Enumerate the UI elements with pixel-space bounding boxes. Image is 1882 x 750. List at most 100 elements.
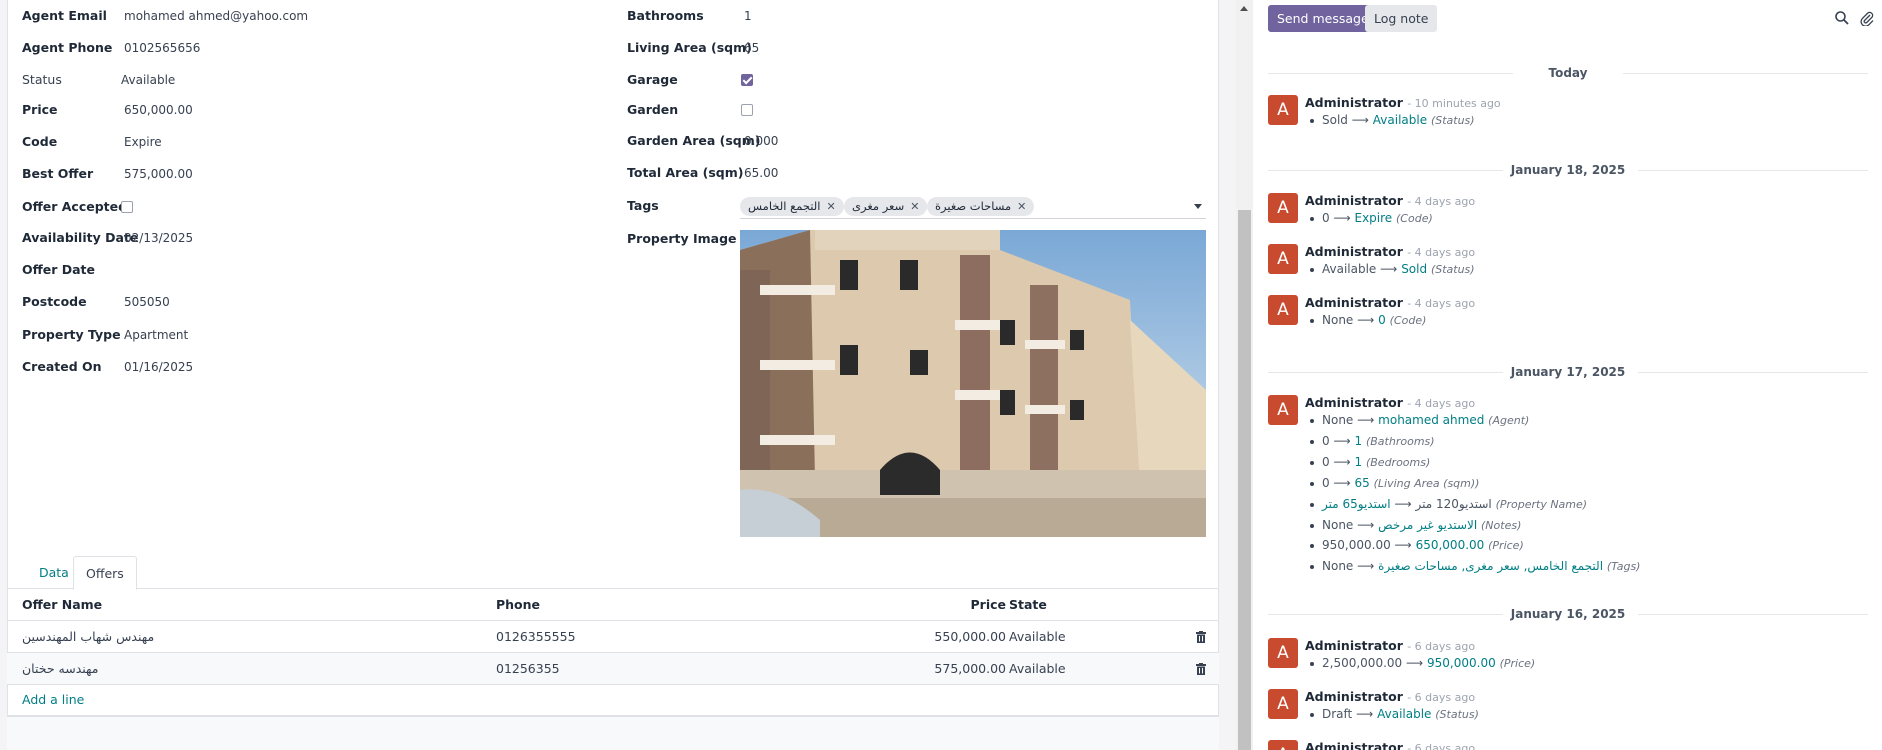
send-message-button[interactable]: Send message (1268, 5, 1378, 32)
field-label: Garage (627, 72, 678, 87)
garden-area-value[interactable]: 0.000 (744, 131, 778, 151)
remove-tag-icon[interactable]: ✕ (910, 200, 919, 213)
bullet-icon (1310, 418, 1314, 423)
property-type-value[interactable]: Apartment (124, 325, 188, 345)
remove-tag-icon[interactable]: ✕ (826, 200, 835, 213)
old-value: None (1322, 413, 1354, 427)
price-cell[interactable]: 550,000.00 (934, 621, 1006, 653)
arrow-right-icon: ⟶ (1333, 455, 1351, 469)
author-name[interactable]: Administrator (1305, 193, 1403, 208)
field-label: Offer Accepted (22, 199, 128, 214)
table-row[interactable]: مهندس شهاب المهندسين 0126355555 550,000.… (7, 621, 1219, 653)
table-row[interactable]: مهندسه حختان 01256355 575,000.00 Availab… (7, 653, 1219, 685)
avatar[interactable]: A (1268, 689, 1298, 719)
author-name[interactable]: Administrator (1305, 395, 1403, 410)
bullet-icon (1310, 502, 1314, 507)
arrow-right-icon: ⟶ (1356, 707, 1374, 721)
col-phone[interactable]: Phone (496, 589, 540, 621)
offer-accepted-checkbox[interactable] (121, 201, 133, 213)
col-offer-name[interactable]: Offer Name (22, 589, 102, 621)
avatar[interactable]: A (1268, 95, 1298, 125)
avatar[interactable]: A (1268, 740, 1298, 750)
message-author: Administrator - 6 days ago (1305, 638, 1475, 655)
author-name[interactable]: Administrator (1305, 689, 1403, 704)
col-price[interactable]: Price (971, 589, 1007, 621)
avatar[interactable]: A (1268, 244, 1298, 274)
avatar[interactable]: A (1268, 638, 1298, 668)
tag-label: التجمع الخامس (748, 199, 821, 213)
old-value: None (1322, 518, 1354, 532)
field-name: (Code) (1396, 212, 1433, 225)
field-label: Garden (627, 102, 679, 117)
scroll-thumb[interactable] (1238, 210, 1251, 750)
offer-date-value[interactable] (124, 260, 244, 278)
arrow-right-icon: ⟶ (1394, 538, 1412, 552)
price-cell[interactable]: 575,000.00 (934, 653, 1006, 685)
agent-email-value[interactable]: mohamed ahmed@yahoo.com (124, 6, 308, 26)
garden-checkbox[interactable] (741, 104, 753, 116)
add-line-link[interactable]: Add a line (22, 692, 84, 707)
message-time: - 4 days ago (1407, 297, 1476, 310)
code-value[interactable]: Expire (124, 132, 162, 152)
paperclip-icon[interactable] (1859, 10, 1875, 26)
postcode-value[interactable]: 505050 (124, 292, 170, 312)
tags-input[interactable]: مساحات صغيرة ✕ سعر مغرى ✕ التجمع الخامس ✕ (740, 196, 1206, 219)
offer-name-cell[interactable]: مهندس شهاب المهندسين (22, 621, 154, 653)
property-image[interactable] (740, 230, 1206, 537)
field-label: Total Area (sqm) (627, 165, 744, 180)
agent-phone-value[interactable]: 0102565656 (124, 38, 200, 58)
availability-date-value[interactable]: 02/13/2025 (124, 228, 193, 248)
tag-label: مساحات صغيرة (935, 199, 1012, 213)
chevron-down-icon[interactable] (1194, 204, 1202, 209)
tracking-change: None ⟶ 0 (Code) (1310, 313, 1426, 328)
arrow-right-icon: ⟶ (1394, 497, 1412, 511)
author-name[interactable]: Administrator (1305, 95, 1403, 110)
new-value: الاستديو غير مرخص (1378, 518, 1478, 532)
state-cell[interactable]: Available (1009, 621, 1066, 653)
message-author: Administrator - 4 days ago (1305, 395, 1475, 412)
message-author: Administrator - 6 days ago (1305, 689, 1475, 706)
bullet-icon (1310, 564, 1314, 569)
avatar[interactable]: A (1268, 193, 1298, 223)
phone-cell[interactable]: 01256355 (496, 653, 560, 685)
date-label: January 18, 2025 (1510, 163, 1626, 177)
field-name: (Code) (1389, 314, 1427, 327)
scroll-up-icon[interactable] (1240, 6, 1248, 11)
arrow-right-icon: ⟶ (1380, 262, 1398, 276)
col-state[interactable]: State (1009, 589, 1047, 621)
state-cell[interactable]: Available (1009, 653, 1066, 685)
author-name[interactable]: Administrator (1305, 244, 1403, 259)
trash-icon[interactable] (1196, 631, 1206, 643)
new-value: Expire (1354, 211, 1393, 225)
remove-tag-icon[interactable]: ✕ (1017, 200, 1026, 213)
author-name[interactable]: Administrator (1305, 295, 1403, 310)
status-value[interactable]: Available (121, 70, 175, 90)
garage-checkbox[interactable] (741, 74, 753, 86)
tracking-change: 950,000.00 ⟶ 650,000.00 (Price) (1310, 538, 1524, 553)
search-icon[interactable] (1834, 10, 1850, 26)
author-name[interactable]: Administrator (1305, 740, 1403, 750)
price-value[interactable]: 650,000.00 (124, 100, 193, 120)
message-time: - 6 days ago (1407, 691, 1476, 704)
message-author: Administrator - 4 days ago (1305, 244, 1475, 261)
living-area-value[interactable]: 65 (744, 38, 759, 58)
arrow-right-icon: ⟶ (1333, 476, 1351, 490)
scrollbar[interactable] (1236, 0, 1253, 750)
phone-cell[interactable]: 0126355555 (496, 621, 576, 653)
author-name[interactable]: Administrator (1305, 638, 1403, 653)
offer-name-cell[interactable]: مهندسه حختان (22, 653, 99, 685)
trash-icon[interactable] (1196, 663, 1206, 675)
old-value: Sold (1322, 113, 1348, 127)
avatar[interactable]: A (1268, 295, 1298, 325)
bullet-icon (1310, 523, 1314, 528)
bullet-icon (1310, 318, 1314, 323)
old-value: 0 (1322, 211, 1330, 225)
avatar[interactable]: A (1268, 395, 1298, 425)
bullet-icon (1310, 661, 1314, 666)
bathrooms-value[interactable]: 1 (744, 6, 752, 26)
arrow-right-icon: ⟶ (1405, 656, 1424, 670)
log-note-button[interactable]: Log note (1365, 5, 1438, 32)
created-on-value: 01/16/2025 (124, 360, 194, 374)
message-time: - 10 minutes ago (1407, 97, 1501, 110)
tab-offers[interactable]: Offers (73, 556, 137, 590)
